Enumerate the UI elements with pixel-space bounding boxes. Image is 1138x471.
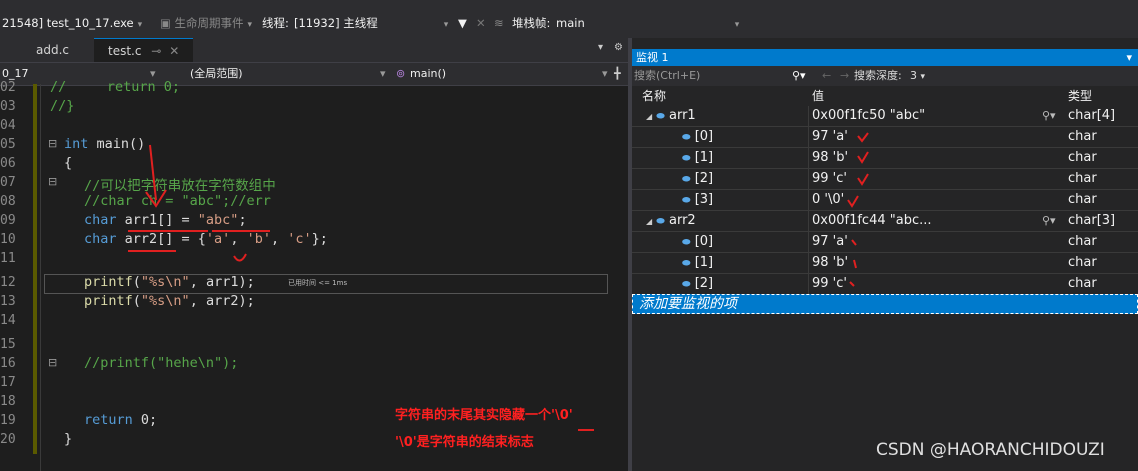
watch-type: char: [1068, 192, 1097, 207]
forward-arrow-icon[interactable]: →: [840, 66, 849, 86]
watch-type: char: [1068, 255, 1097, 270]
watch-type: char: [1068, 276, 1097, 291]
watch-title-bar: 监视 1 ▾: [632, 49, 1138, 66]
watch-title: 监视 1: [636, 51, 669, 64]
watermark: CSDN @HAORANCHIDOUZI: [876, 440, 1105, 460]
annotation-squiggle: [233, 253, 247, 262]
search-depth-label: 搜索深度:: [854, 69, 902, 82]
add-watch-item[interactable]: 添加要监视的项: [632, 294, 1138, 314]
annotation-text-terminator: '\0'是字符串的结束标志: [395, 435, 534, 450]
column-header-name[interactable]: 名称: [642, 86, 666, 106]
watch-type: char[4]: [1068, 108, 1116, 123]
watch-search-bar: 搜索(Ctrl+E) ⚲▾ ← → 搜索深度: 3 ▾: [632, 66, 1138, 86]
chevron-down-icon: ▾: [734, 20, 740, 30]
column-header-value[interactable]: 值: [812, 86, 824, 106]
search-icon[interactable]: ⚲▾: [792, 66, 806, 86]
search-depth-value: 3: [910, 69, 917, 82]
add-watch-item-label: 添加要监视的项: [639, 296, 737, 312]
column-header-type[interactable]: 类型: [1068, 86, 1092, 106]
back-arrow-icon[interactable]: ←: [822, 66, 831, 86]
magnifier-icon[interactable]: ⚲▾: [1042, 106, 1056, 126]
watch-type: char: [1068, 129, 1097, 144]
search-depth-dropdown[interactable]: 3 ▾: [910, 66, 925, 87]
annotation-arrow: [149, 144, 157, 201]
watch-column-header: 名称 值 类型: [632, 86, 1138, 106]
chevron-down-icon: ▾: [920, 72, 926, 82]
watch-type: char: [1068, 171, 1097, 186]
watch-annotation-marks: [847, 132, 869, 287]
annotation-text-hidden-null: 字符串的末尾其实隐藏一个'\0': [395, 408, 573, 423]
watch-type: char: [1068, 234, 1097, 249]
chevron-down-icon[interactable]: ▾: [1126, 49, 1132, 66]
annotation-marks: [128, 144, 594, 431]
magnifier-icon[interactable]: ⚲▾: [1042, 211, 1056, 231]
watch-search-input[interactable]: 搜索(Ctrl+E): [634, 66, 804, 86]
watch-type: char[3]: [1068, 213, 1116, 228]
watch-type: char: [1068, 150, 1097, 165]
